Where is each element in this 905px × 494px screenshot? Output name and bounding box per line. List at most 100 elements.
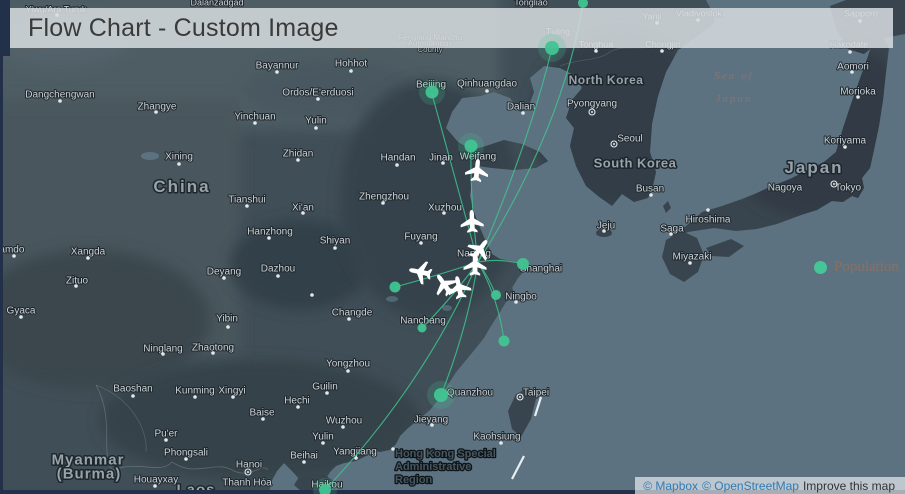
map-label-city: Handan — [380, 153, 415, 164]
city-dot — [231, 395, 235, 399]
city-dot — [321, 441, 325, 445]
map-label-city: Gyaca — [7, 306, 36, 317]
city-dot — [276, 274, 280, 278]
hksar-label: Hong Kong Special — [395, 448, 496, 460]
map-label-city: Seoul — [617, 134, 643, 145]
app-window: Sea ofJapanHong Kong SpecialAdministrati… — [0, 0, 905, 494]
city-dot — [391, 447, 395, 451]
city-dot — [514, 300, 518, 304]
map-label-city: Jeju — [597, 221, 615, 232]
city-dot — [395, 163, 399, 167]
city-dot — [669, 232, 673, 236]
map-label-city: Houayxay — [134, 475, 178, 486]
city-dot — [660, 49, 664, 53]
map-canvas[interactable]: Sea ofJapanHong Kong SpecialAdministrati… — [0, 0, 905, 494]
city-dot — [316, 97, 320, 101]
city-dot — [296, 405, 300, 409]
map-label-city: Hohhot — [335, 59, 367, 70]
city-dot — [211, 351, 215, 355]
map-label-city: Hanzhong — [247, 227, 293, 238]
sea-label: Japan — [716, 93, 753, 105]
map-label-city: Koriyama — [824, 136, 867, 147]
map-label-city: Thanh Hóa — [222, 478, 272, 489]
map-label-city: Fuyang — [404, 232, 437, 243]
city-dot — [314, 126, 318, 130]
map-label-city: Deyang — [207, 267, 241, 278]
city-dot — [706, 208, 710, 212]
city-dot — [302, 460, 306, 464]
city-dot — [177, 162, 181, 166]
page-edge-corner — [0, 0, 10, 56]
map-label-city: Pu'er — [154, 429, 178, 440]
map-label-city: Qinhuangdao — [457, 79, 517, 90]
city-dot — [850, 70, 854, 74]
city-dot — [267, 236, 271, 240]
capital-icon-center — [247, 471, 249, 473]
city-dot — [12, 254, 16, 258]
map-label-city: Hechi — [284, 396, 310, 407]
map-label-city: Zhengzhou — [359, 192, 409, 203]
city-dot — [649, 193, 653, 197]
city-dot — [856, 95, 860, 99]
map-label-city: Dalanzadgad — [190, 0, 243, 8]
map-label-city: Bayannur — [256, 61, 299, 72]
legend-item-population[interactable]: Population — [814, 259, 899, 276]
legend-label: Population — [834, 259, 899, 276]
map-label-city: Yulin — [312, 432, 334, 443]
map-label-city: Taipei — [523, 388, 549, 399]
title-bar: Flow Chart - Custom Image — [10, 8, 893, 48]
map-label-city: Shanghai — [520, 264, 562, 275]
map-label-city: Miyazaki — [673, 252, 712, 263]
sea-label: Sea of — [714, 70, 753, 82]
city-dot — [245, 204, 249, 208]
map-label-city: Nagoya — [768, 183, 803, 194]
city-dot — [153, 484, 157, 488]
city-dot — [349, 69, 353, 73]
map-label-city: Quanzhou — [447, 388, 493, 399]
city-dot — [253, 121, 257, 125]
city-dot — [164, 438, 168, 442]
map-label-city: Hiroshima — [685, 215, 730, 226]
map-label-city: Wuzhou — [326, 416, 363, 427]
city-dot — [154, 110, 158, 114]
map-label-city: Weifang — [460, 152, 497, 163]
map-label-city: Guilin — [312, 382, 338, 393]
map-label-city: Tianshui — [228, 195, 265, 206]
mapbox-link[interactable]: © Mapbox — [643, 479, 698, 493]
attribution-bar: © Mapbox © OpenStreetMap Improve this ma… — [635, 477, 905, 494]
map-label-city: Baise — [249, 408, 274, 419]
map-label-city: Yinchuan — [234, 112, 275, 123]
city-dot — [184, 457, 188, 461]
city-dot — [430, 423, 434, 427]
map-label-city: Beijing — [416, 80, 446, 91]
map-label-city: Dalian — [507, 102, 535, 113]
legend-dot-icon — [814, 261, 827, 274]
city-dot — [58, 99, 62, 103]
map-label-city: Haikou — [311, 480, 342, 491]
map-label-city: Xining — [165, 152, 193, 163]
hksar-label: Region — [395, 474, 433, 486]
map-label-city: Tongliao — [514, 0, 548, 8]
city-dot — [222, 276, 226, 280]
city-dot — [381, 201, 385, 205]
city-dot — [86, 256, 90, 260]
city-dot — [419, 241, 423, 245]
city-dot — [301, 211, 305, 215]
city-dot — [521, 111, 525, 115]
capital-icon-center — [613, 143, 615, 145]
city-dot — [161, 352, 165, 356]
city-dot — [333, 246, 337, 250]
city-dot — [602, 229, 606, 233]
city-dot — [275, 70, 279, 74]
osm-link[interactable]: © OpenStreetMap — [702, 479, 799, 493]
city-dot — [442, 211, 446, 215]
capital-icon-center — [519, 396, 521, 398]
map-label-city: Shiyan — [320, 236, 351, 247]
city-dot — [848, 50, 852, 54]
improve-map-link[interactable]: Improve this map — [803, 479, 895, 493]
map-label-city: Dangchengwan — [25, 90, 95, 101]
city-dot — [594, 49, 598, 53]
city-dot — [193, 395, 197, 399]
city-dot — [688, 261, 692, 265]
map-label-city: Zhidan — [283, 149, 314, 160]
